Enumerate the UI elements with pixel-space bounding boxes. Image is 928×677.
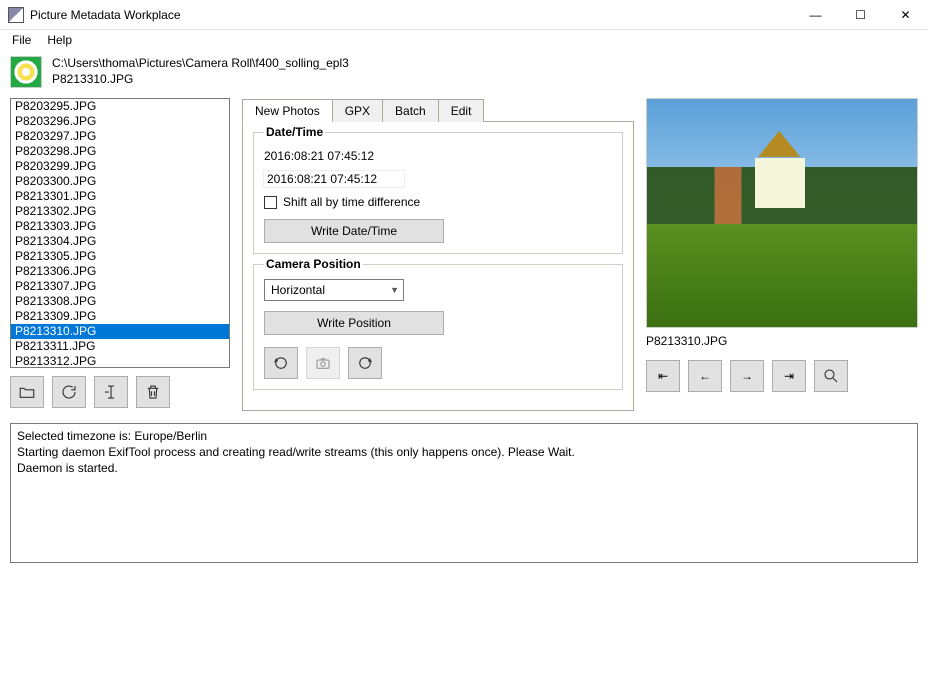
file-item[interactable]: P8203299.JPG bbox=[11, 159, 229, 174]
open-folder-button[interactable] bbox=[10, 376, 44, 408]
rotate-right-button[interactable] bbox=[348, 347, 382, 379]
rename-button[interactable] bbox=[94, 376, 128, 408]
log-line: Selected timezone is: Europe/Berlin bbox=[17, 428, 911, 444]
file-item[interactable]: P8213311.JPG bbox=[11, 339, 229, 354]
refresh-button[interactable] bbox=[52, 376, 86, 408]
image-preview bbox=[646, 98, 918, 328]
file-item[interactable]: P8213309.JPG bbox=[11, 309, 229, 324]
preview-filename: P8213310.JPG bbox=[646, 334, 918, 348]
file-item[interactable]: P8213312.JPG bbox=[11, 354, 229, 368]
tab-panel: Date/Time 2016:08:21 07:45:12 2016:08:21… bbox=[242, 122, 634, 411]
file-item[interactable]: P8203297.JPG bbox=[11, 129, 229, 144]
menu-bar: File Help bbox=[0, 30, 928, 50]
file-toolbar bbox=[10, 376, 230, 408]
nav-first-icon: ⇤ bbox=[658, 369, 668, 383]
camerapos-heading: Camera Position bbox=[264, 257, 363, 271]
folder-open-icon bbox=[18, 383, 36, 401]
window-buttons: — ☐ ✕ bbox=[793, 0, 928, 30]
shift-checkbox-row[interactable]: Shift all by time difference bbox=[264, 195, 612, 209]
path-text: C:\Users\thoma\Pictures\Camera Roll\f400… bbox=[52, 56, 349, 87]
tab-new-photos[interactable]: New Photos bbox=[242, 99, 333, 122]
nav-first-button[interactable]: ⇤ bbox=[646, 360, 680, 392]
title-bar: Picture Metadata Workplace — ☐ ✕ bbox=[0, 0, 928, 30]
center-panel: New Photos GPX Batch Edit Date/Time 2016… bbox=[242, 98, 634, 411]
file-item[interactable]: P8203300.JPG bbox=[11, 174, 229, 189]
log-output[interactable]: Selected timezone is: Europe/Berlin Star… bbox=[10, 423, 918, 563]
file-item[interactable]: P8213308.JPG bbox=[11, 294, 229, 309]
rotate-right-icon bbox=[356, 354, 374, 372]
nav-last-button[interactable]: ⇥ bbox=[772, 360, 806, 392]
file-item[interactable]: P8213304.JPG bbox=[11, 234, 229, 249]
preview-panel: P8213310.JPG ⇤ ← → ⇥ bbox=[646, 98, 918, 411]
shift-checkbox[interactable] bbox=[264, 196, 277, 209]
datetime-heading: Date/Time bbox=[264, 125, 325, 139]
camera-icon bbox=[314, 354, 332, 372]
left-panel: P8203295.JPGP8203296.JPGP8203297.JPGP820… bbox=[10, 98, 230, 411]
log-line: Starting daemon ExifTool process and cre… bbox=[17, 444, 911, 460]
maximize-button[interactable]: ☐ bbox=[838, 0, 883, 30]
app-icon bbox=[8, 7, 24, 23]
main-content: P8203295.JPGP8203296.JPGP8203297.JPGP820… bbox=[0, 98, 928, 411]
window-title: Picture Metadata Workplace bbox=[30, 8, 793, 22]
menu-help[interactable]: Help bbox=[39, 31, 80, 49]
menu-file[interactable]: File bbox=[4, 31, 39, 49]
tab-batch[interactable]: Batch bbox=[382, 99, 439, 122]
nav-last-icon: ⇥ bbox=[784, 369, 794, 383]
orientation-select[interactable]: Horizontal ▼ bbox=[264, 279, 404, 301]
trash-icon bbox=[144, 383, 162, 401]
rotate-left-icon bbox=[272, 354, 290, 372]
rotate-left-button[interactable] bbox=[264, 347, 298, 379]
file-item[interactable]: P8213302.JPG bbox=[11, 204, 229, 219]
datetime-edit-field[interactable]: 2016:08:21 07:45:12 bbox=[264, 171, 404, 187]
camerapos-group: Camera Position Horizontal ▼ Write Posit… bbox=[253, 264, 623, 390]
rotation-toolbar bbox=[264, 347, 612, 379]
search-icon bbox=[822, 367, 840, 385]
folder-thumbnail bbox=[10, 56, 42, 88]
tab-edit[interactable]: Edit bbox=[438, 99, 485, 122]
chevron-down-icon: ▼ bbox=[390, 285, 399, 295]
rename-icon bbox=[102, 383, 120, 401]
zoom-button[interactable] bbox=[814, 360, 848, 392]
file-item[interactable]: P8213301.JPG bbox=[11, 189, 229, 204]
file-item[interactable]: P8203296.JPG bbox=[11, 114, 229, 129]
preview-nav: ⇤ ← → ⇥ bbox=[646, 360, 918, 392]
shift-checkbox-label: Shift all by time difference bbox=[283, 195, 420, 209]
write-position-button[interactable]: Write Position bbox=[264, 311, 444, 335]
tab-gpx[interactable]: GPX bbox=[332, 99, 383, 122]
folder-path: C:\Users\thoma\Pictures\Camera Roll\f400… bbox=[52, 56, 349, 72]
refresh-icon bbox=[60, 383, 78, 401]
current-file: P8213310.JPG bbox=[52, 72, 349, 88]
camera-button[interactable] bbox=[306, 347, 340, 379]
maximize-icon: ☐ bbox=[855, 8, 866, 22]
close-icon: ✕ bbox=[900, 8, 910, 22]
delete-button[interactable] bbox=[136, 376, 170, 408]
file-list[interactable]: P8203295.JPGP8203296.JPGP8203297.JPGP820… bbox=[10, 98, 230, 368]
nav-prev-button[interactable]: ← bbox=[688, 360, 722, 392]
log-line: Daemon is started. bbox=[17, 460, 911, 476]
file-item[interactable]: P8213305.JPG bbox=[11, 249, 229, 264]
minimize-icon: — bbox=[810, 8, 822, 22]
nav-prev-icon: ← bbox=[699, 369, 711, 383]
close-button[interactable]: ✕ bbox=[883, 0, 928, 30]
file-item[interactable]: P8213310.JPG bbox=[11, 324, 229, 339]
file-item[interactable]: P8213303.JPG bbox=[11, 219, 229, 234]
tab-bar: New Photos GPX Batch Edit bbox=[242, 98, 634, 122]
write-datetime-button[interactable]: Write Date/Time bbox=[264, 219, 444, 243]
nav-next-icon: → bbox=[741, 369, 753, 383]
nav-next-button[interactable]: → bbox=[730, 360, 764, 392]
orientation-value: Horizontal bbox=[271, 283, 325, 297]
datetime-group: Date/Time 2016:08:21 07:45:12 2016:08:21… bbox=[253, 132, 623, 254]
file-item[interactable]: P8213307.JPG bbox=[11, 279, 229, 294]
minimize-button[interactable]: — bbox=[793, 0, 838, 30]
file-item[interactable]: P8203295.JPG bbox=[11, 99, 229, 114]
file-item[interactable]: P8203298.JPG bbox=[11, 144, 229, 159]
path-panel: C:\Users\thoma\Pictures\Camera Roll\f400… bbox=[0, 50, 928, 98]
file-item[interactable]: P8213306.JPG bbox=[11, 264, 229, 279]
datetime-read-value: 2016:08:21 07:45:12 bbox=[264, 149, 612, 163]
